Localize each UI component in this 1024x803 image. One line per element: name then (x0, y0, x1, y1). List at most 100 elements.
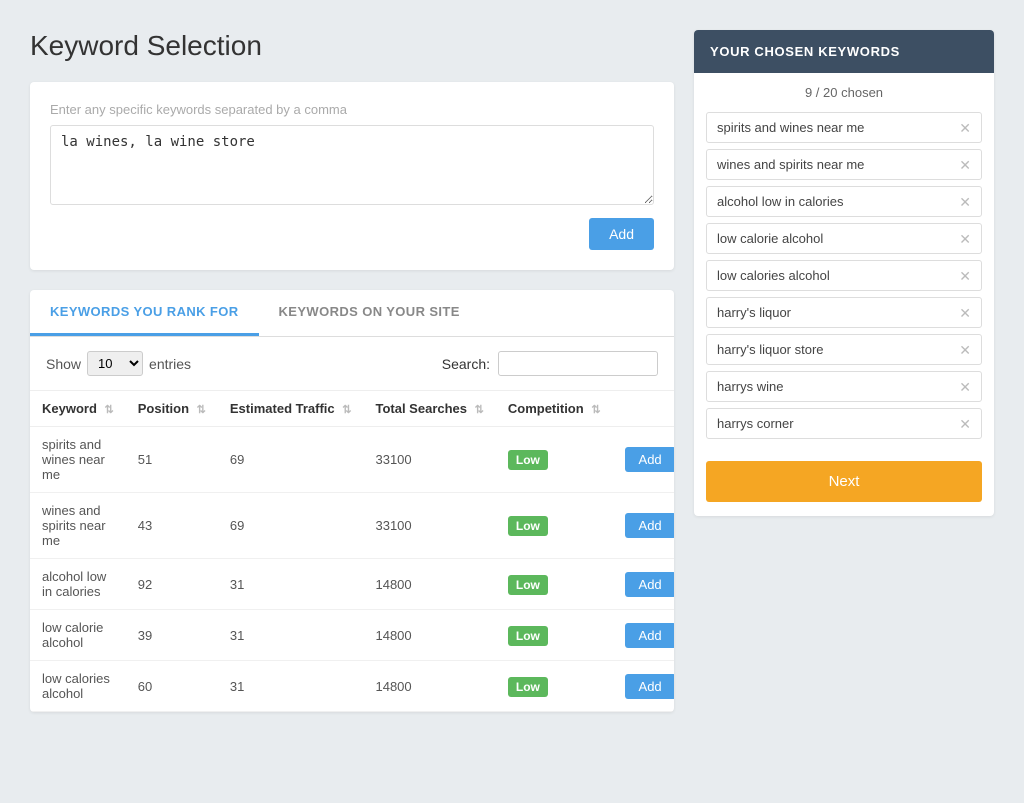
chosen-item-label: harrys corner (717, 416, 794, 431)
chosen-item: low calories alcohol ✕ (706, 260, 982, 291)
cell-action: Add (613, 427, 674, 493)
cell-action: Add (613, 661, 674, 712)
remove-keyword-icon[interactable]: ✕ (959, 121, 971, 135)
search-label: Search: (442, 356, 490, 372)
chosen-item-label: low calorie alcohol (717, 231, 823, 246)
cell-position: 39 (126, 610, 218, 661)
keyword-textarea[interactable]: la wines, la wine store (50, 125, 654, 205)
competition-badge: Low (508, 516, 548, 536)
remove-keyword-icon[interactable]: ✕ (959, 232, 971, 246)
table-row: low calories alcohol 60 31 14800 Low Add (30, 661, 674, 712)
chosen-item: harrys corner ✕ (706, 408, 982, 439)
cell-searches: 33100 (363, 493, 495, 559)
cell-searches: 14800 (363, 610, 495, 661)
row-add-button[interactable]: Add (625, 513, 674, 538)
row-add-button[interactable]: Add (625, 572, 674, 597)
remove-keyword-icon[interactable]: ✕ (959, 380, 971, 394)
competition-badge: Low (508, 450, 548, 470)
cell-competition: Low (496, 559, 613, 610)
cell-position: 92 (126, 559, 218, 610)
cell-keyword: alcohol low in calories (30, 559, 126, 610)
sort-traffic-icon[interactable]: ⇅ (342, 404, 351, 416)
chosen-item-label: harrys wine (717, 379, 783, 394)
chosen-item-label: low calories alcohol (717, 268, 830, 283)
cell-action: Add (613, 559, 674, 610)
tab-rank[interactable]: KEYWORDS YOU RANK FOR (30, 290, 259, 336)
chosen-item-label: alcohol low in calories (717, 194, 843, 209)
cell-action: Add (613, 610, 674, 661)
chosen-list: spirits and wines near me ✕ wines and sp… (694, 108, 994, 457)
show-label: Show (46, 356, 81, 372)
sort-searches-icon[interactable]: ⇅ (475, 404, 484, 416)
cell-searches: 14800 (363, 559, 495, 610)
chosen-item: harry's liquor store ✕ (706, 334, 982, 365)
chosen-item: alcohol low in calories ✕ (706, 186, 982, 217)
cell-competition: Low (496, 610, 613, 661)
cell-competition: Low (496, 661, 613, 712)
cell-competition: Low (496, 427, 613, 493)
sort-competition-icon[interactable]: ⇅ (591, 404, 600, 416)
table-controls: Show 10 25 50 100 entries Search: (30, 337, 674, 390)
remove-keyword-icon[interactable]: ✕ (959, 343, 971, 357)
chosen-count: 9 / 20 chosen (694, 73, 994, 108)
page-title: Keyword Selection (30, 30, 674, 62)
input-label: Enter any specific keywords separated by… (50, 102, 654, 117)
competition-badge: Low (508, 575, 548, 595)
row-add-button[interactable]: Add (625, 447, 674, 472)
col-action (613, 391, 674, 427)
remove-keyword-icon[interactable]: ✕ (959, 417, 971, 431)
cell-position: 51 (126, 427, 218, 493)
tabs-header: KEYWORDS YOU RANK FOR KEYWORDS ON YOUR S… (30, 290, 674, 337)
cell-keyword: wines and spirits near me (30, 493, 126, 559)
chosen-item-label: harry's liquor store (717, 342, 824, 357)
show-entries: Show 10 25 50 100 entries (46, 351, 191, 376)
cell-keyword: low calories alcohol (30, 661, 126, 712)
row-add-button[interactable]: Add (625, 674, 674, 699)
right-panel: YOUR CHOSEN KEYWORDS 9 / 20 chosen spiri… (694, 30, 994, 712)
chosen-item: harrys wine ✕ (706, 371, 982, 402)
cell-searches: 33100 (363, 427, 495, 493)
entries-select[interactable]: 10 25 50 100 (87, 351, 143, 376)
cell-position: 60 (126, 661, 218, 712)
tabs-card: KEYWORDS YOU RANK FOR KEYWORDS ON YOUR S… (30, 290, 674, 712)
col-keyword: Keyword ⇅ (30, 391, 126, 427)
cell-keyword: low calorie alcohol (30, 610, 126, 661)
cell-traffic: 31 (218, 559, 364, 610)
cell-traffic: 31 (218, 610, 364, 661)
col-searches: Total Searches ⇅ (363, 391, 495, 427)
row-add-button[interactable]: Add (625, 623, 674, 648)
search-input[interactable] (498, 351, 658, 376)
chosen-item-label: spirits and wines near me (717, 120, 864, 135)
remove-keyword-icon[interactable]: ✕ (959, 269, 971, 283)
remove-keyword-icon[interactable]: ✕ (959, 158, 971, 172)
add-button[interactable]: Add (589, 218, 654, 250)
col-competition: Competition ⇅ (496, 391, 613, 427)
chosen-item: harry's liquor ✕ (706, 297, 982, 328)
remove-keyword-icon[interactable]: ✕ (959, 306, 971, 320)
entries-label: entries (149, 356, 191, 372)
remove-keyword-icon[interactable]: ✕ (959, 195, 971, 209)
sort-position-icon[interactable]: ⇅ (197, 404, 206, 416)
chosen-item-label: harry's liquor (717, 305, 791, 320)
chosen-item: spirits and wines near me ✕ (706, 112, 982, 143)
search-box: Search: (442, 351, 658, 376)
tab-site[interactable]: KEYWORDS ON YOUR SITE (259, 290, 480, 336)
chosen-item-label: wines and spirits near me (717, 157, 864, 172)
chosen-header: YOUR CHOSEN KEYWORDS (694, 30, 994, 73)
cell-action: Add (613, 493, 674, 559)
col-traffic: Estimated Traffic ⇅ (218, 391, 364, 427)
cell-position: 43 (126, 493, 218, 559)
table-row: wines and spirits near me 43 69 33100 Lo… (30, 493, 674, 559)
chosen-item: wines and spirits near me ✕ (706, 149, 982, 180)
keywords-table: Keyword ⇅ Position ⇅ Estimated Traffic ⇅ (30, 390, 674, 712)
chosen-keywords-card: YOUR CHOSEN KEYWORDS 9 / 20 chosen spiri… (694, 30, 994, 516)
table-row: spirits and wines near me 51 69 33100 Lo… (30, 427, 674, 493)
cell-searches: 14800 (363, 661, 495, 712)
cell-traffic: 69 (218, 493, 364, 559)
cell-competition: Low (496, 493, 613, 559)
sort-keyword-icon[interactable]: ⇅ (105, 404, 114, 416)
table-row: low calorie alcohol 39 31 14800 Low Add (30, 610, 674, 661)
next-button[interactable]: Next (706, 461, 982, 502)
competition-badge: Low (508, 626, 548, 646)
chosen-item: low calorie alcohol ✕ (706, 223, 982, 254)
